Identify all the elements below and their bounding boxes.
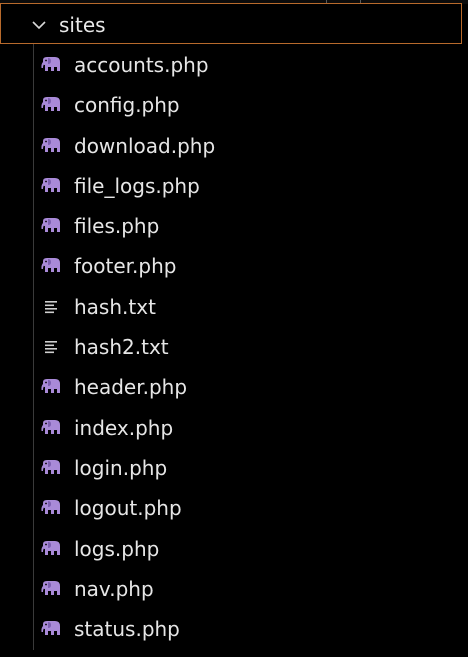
file-name: header.php	[74, 375, 188, 400]
file-item[interactable]: hash.txt	[0, 288, 468, 328]
php-elephant-icon	[40, 56, 62, 74]
file-name: logout.php	[74, 496, 182, 521]
file-item[interactable]: hash2.txt	[0, 328, 468, 368]
file-item[interactable]: download.php	[0, 127, 468, 167]
php-elephant-icon	[40, 378, 62, 396]
php-elephant-icon	[40, 217, 62, 235]
file-name: download.php	[74, 133, 216, 158]
file-item[interactable]: nav.php	[0, 570, 468, 610]
file-name: footer.php	[74, 254, 177, 279]
file-name: config.php	[74, 93, 180, 118]
php-elephant-icon	[40, 499, 62, 517]
file-name: files.php	[74, 214, 160, 239]
php-elephant-icon	[40, 540, 62, 558]
file-name: hash.txt	[74, 294, 156, 319]
php-elephant-icon	[40, 580, 62, 598]
php-elephant-icon	[40, 419, 62, 437]
php-elephant-icon	[40, 177, 62, 195]
file-item[interactable]: file_logs.php	[0, 167, 468, 207]
file-name: nav.php	[74, 576, 154, 601]
file-item[interactable]: index.php	[0, 409, 468, 449]
php-elephant-icon	[40, 459, 62, 477]
file-item[interactable]: header.php	[0, 368, 468, 408]
file-item[interactable]: logs.php	[0, 530, 468, 570]
file-item[interactable]: logout.php	[0, 489, 468, 529]
file-item[interactable]: files.php	[0, 207, 468, 247]
php-elephant-icon	[40, 620, 62, 638]
file-item[interactable]: footer.php	[0, 247, 468, 287]
file-item[interactable]: status.php	[0, 610, 468, 650]
file-name: logs.php	[74, 536, 160, 561]
text-file-icon	[40, 298, 62, 316]
file-item[interactable]: config.php	[0, 86, 468, 126]
folder-row-sites[interactable]: sites	[0, 3, 462, 44]
file-name: file_logs.php	[74, 173, 200, 198]
file-name: index.php	[74, 415, 174, 440]
php-elephant-icon	[40, 257, 62, 275]
file-list: accounts.php config.php download.php fil…	[0, 46, 468, 650]
folder-name: sites	[59, 13, 106, 37]
file-item[interactable]: accounts.php	[0, 46, 468, 86]
php-elephant-icon	[40, 96, 62, 114]
php-elephant-icon	[40, 137, 62, 155]
chevron-down-icon[interactable]	[31, 17, 47, 33]
text-file-icon	[40, 338, 62, 356]
file-name: login.php	[74, 455, 168, 480]
file-name: accounts.php	[74, 53, 209, 77]
file-name: status.php	[74, 617, 180, 642]
file-name: hash2.txt	[74, 335, 169, 360]
file-item[interactable]: login.php	[0, 449, 468, 489]
